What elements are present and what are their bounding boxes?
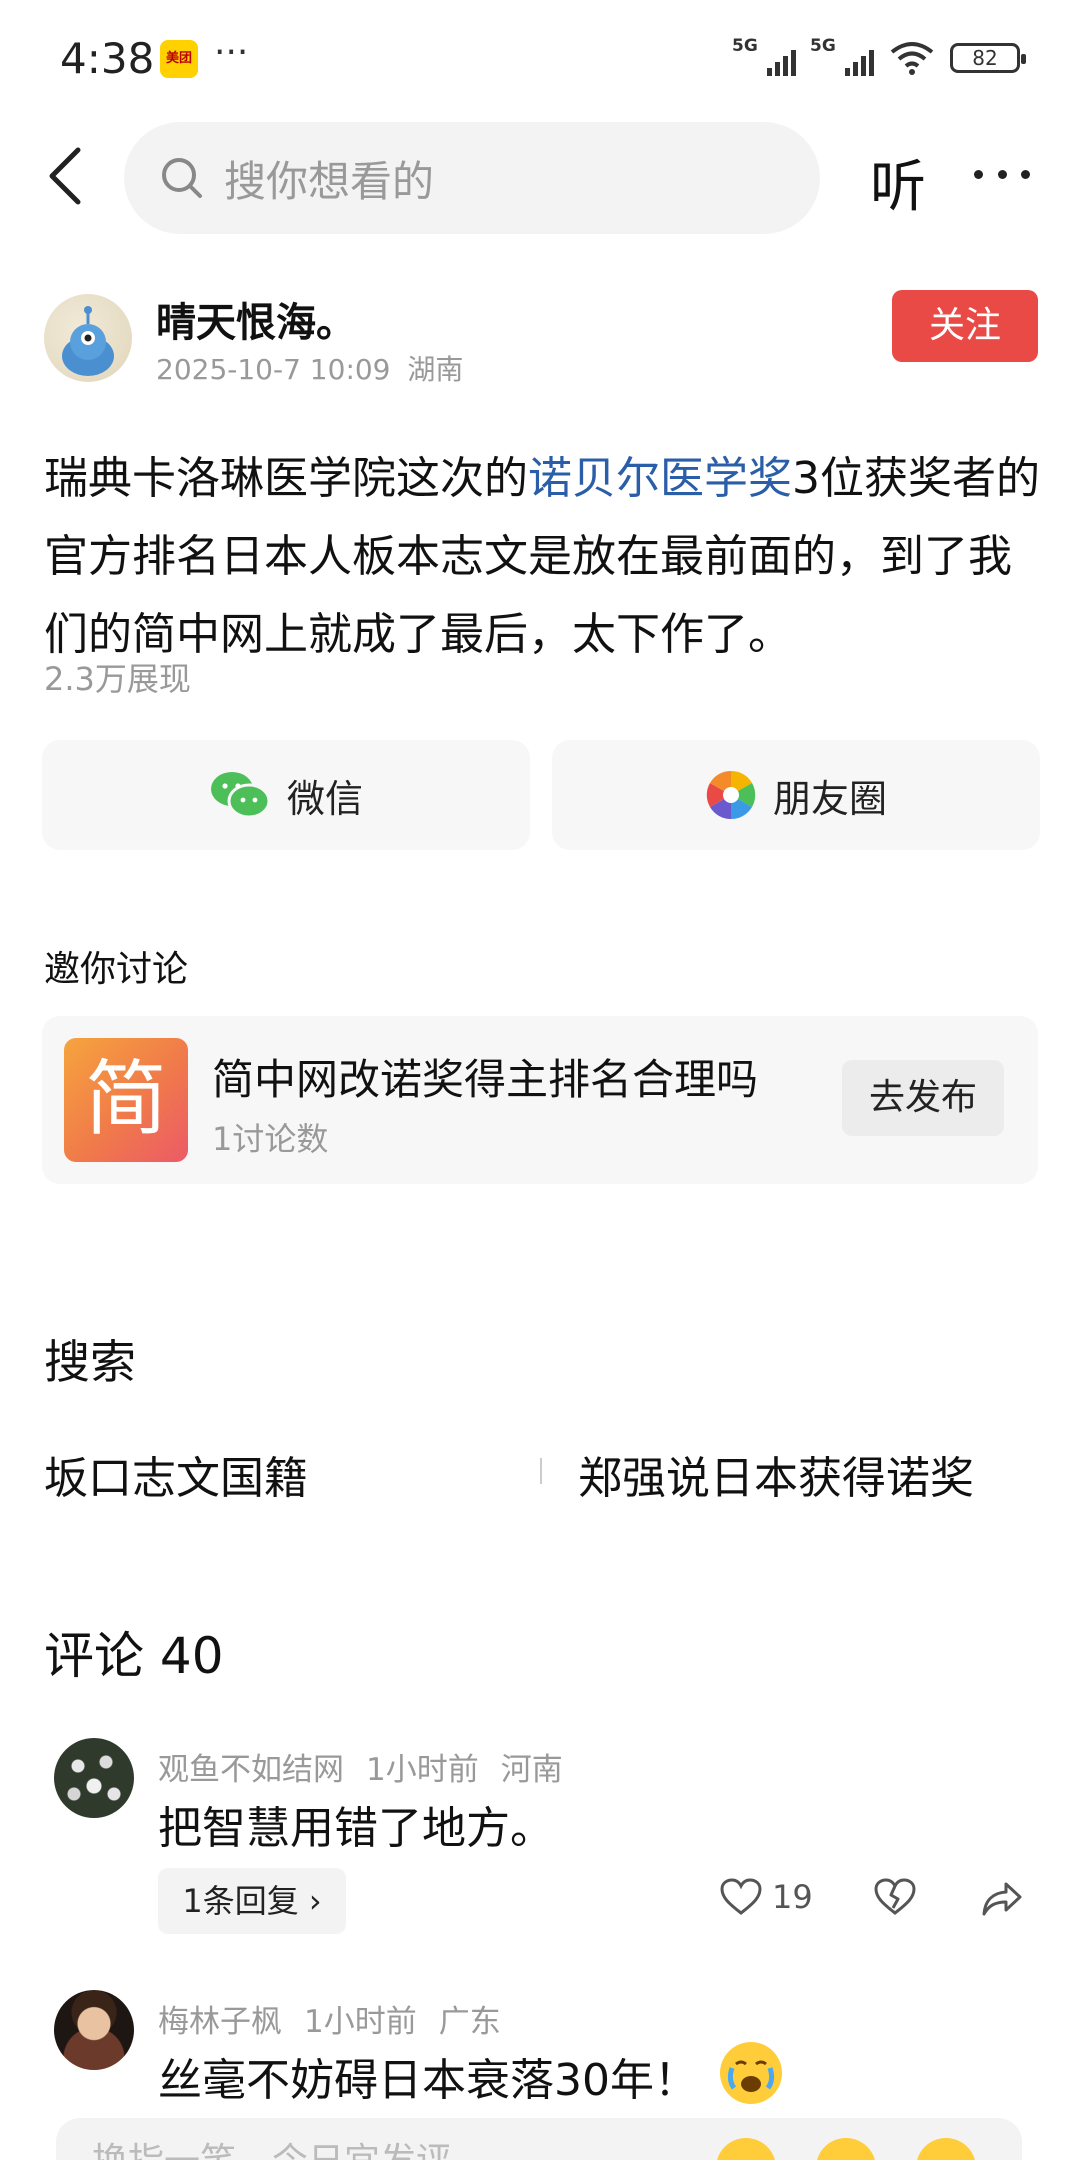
status-time: 4:38 bbox=[60, 34, 155, 83]
signal-icon-2: 5G bbox=[810, 36, 874, 80]
post-location: 湖南 bbox=[407, 353, 464, 386]
status-more-icon: ··· bbox=[214, 32, 249, 73]
status-indicators: 5G 5G 82 bbox=[732, 36, 1026, 80]
comment-time: 1小时前 bbox=[304, 2004, 417, 2040]
follow-button[interactable]: 关注 bbox=[892, 290, 1038, 362]
top-nav: 搜你想看的 听 bbox=[0, 116, 1080, 236]
more-options-button[interactable] bbox=[974, 162, 1030, 186]
avatar-creature-icon bbox=[62, 306, 114, 376]
comment-user[interactable]: 观鱼不如结网 bbox=[158, 1752, 344, 1788]
network-label: 5G bbox=[810, 36, 836, 56]
status-bar: 4:38 美团 ··· 5G 5G 82 bbox=[0, 0, 1080, 116]
go-post-button[interactable]: 去发布 bbox=[842, 1060, 1004, 1136]
search-suggestion[interactable]: 坂口志文国籍 bbox=[44, 1442, 308, 1506]
share-arrow-icon bbox=[982, 1882, 1022, 1916]
comment-location: 广东 bbox=[438, 2004, 501, 2040]
share-moments-button[interactable]: 朋友圈 bbox=[552, 740, 1040, 850]
comments-title: 评论 40 bbox=[44, 1627, 224, 1685]
emoji-shortcut-icon[interactable] bbox=[916, 2138, 976, 2160]
comment-text[interactable]: 把智慧用错了地方。 bbox=[158, 1792, 554, 1856]
back-arrow-icon bbox=[49, 147, 81, 205]
search-placeholder: 搜你想看的 bbox=[224, 156, 435, 206]
discussion-title[interactable]: 简中网改诺奖得主排名合理吗 bbox=[212, 1046, 758, 1107]
comment-text[interactable]: 丝毫不妨碍日本衰落30年！ bbox=[158, 2044, 698, 2108]
avatar[interactable] bbox=[54, 1990, 134, 2070]
author-name[interactable]: 晴天恨海。 bbox=[156, 290, 356, 348]
view-count: 2.3万展现 bbox=[44, 660, 191, 698]
discussion-section-title: 邀你讨论 bbox=[44, 949, 189, 990]
topic-link[interactable]: 诺贝尔医学奖 bbox=[528, 453, 792, 504]
post-text-before: 瑞典卡洛琳医学院这次的 bbox=[44, 453, 528, 504]
meituan-app-icon: 美团 bbox=[160, 40, 198, 78]
comment-meta: 观鱼不如结网 1小时前 河南 bbox=[158, 1744, 585, 1789]
search-icon bbox=[162, 158, 202, 198]
listen-button[interactable]: 听 bbox=[870, 142, 926, 223]
comment-time: 1小时前 bbox=[366, 1752, 479, 1788]
post-meta: 2025-10-7 10:09 湖南 bbox=[156, 348, 463, 388]
avatar[interactable] bbox=[54, 1738, 134, 1818]
share-moments-label: 朋友圈 bbox=[772, 776, 887, 821]
comment-user[interactable]: 梅林子枫 bbox=[158, 2004, 282, 2040]
share-wechat-label: 微信 bbox=[286, 776, 363, 821]
share-wechat-button[interactable]: 微信 bbox=[42, 740, 530, 850]
search-section-title: 搜索 bbox=[44, 1335, 136, 1389]
comment-location: 河南 bbox=[500, 1752, 563, 1788]
comment-input[interactable]: 换指一笑，今日宜发评 bbox=[56, 2118, 1022, 2160]
post-datetime: 2025-10-7 10:09 bbox=[156, 353, 391, 386]
signal-icon-1: 5G bbox=[732, 36, 796, 80]
search-suggestion[interactable]: 郑强说日本获得诺奖 bbox=[578, 1442, 974, 1506]
wechat-icon bbox=[210, 772, 271, 819]
back-button[interactable] bbox=[40, 144, 100, 208]
crying-emoji-icon bbox=[720, 2042, 782, 2104]
avatar[interactable] bbox=[44, 294, 132, 382]
search-input[interactable]: 搜你想看的 bbox=[124, 122, 820, 234]
share-comment-button[interactable] bbox=[980, 1880, 1024, 1922]
moments-icon bbox=[706, 770, 756, 820]
comment-input-placeholder: 换指一笑，今日宜发评 bbox=[92, 2132, 452, 2160]
discussion-thumbnail: 简 bbox=[64, 1038, 188, 1162]
emoji-shortcut-icon[interactable] bbox=[716, 2138, 776, 2160]
heart-icon bbox=[720, 1878, 762, 1915]
post-body: 瑞典卡洛琳医学院这次的诺贝尔医学奖3位获奖者的官方排名日本人板本志文是放在最前面… bbox=[44, 440, 1044, 674]
discussion-card[interactable]: 简 简中网改诺奖得主排名合理吗 1讨论数 去发布 bbox=[42, 1016, 1038, 1184]
broken-heart-icon bbox=[874, 1878, 916, 1915]
battery-icon: 82 bbox=[950, 43, 1026, 73]
dislike-button[interactable] bbox=[874, 1878, 916, 1920]
view-replies-button[interactable]: 1条回复 › bbox=[158, 1868, 346, 1934]
author-header: 晴天恨海。 2025-10-7 10:09 湖南 关注 bbox=[0, 290, 1080, 390]
like-button[interactable]: 19 bbox=[720, 1878, 813, 1916]
like-count: 19 bbox=[772, 1878, 813, 1916]
comment-meta: 梅林子枫 1小时前 广东 bbox=[158, 1996, 523, 2041]
divider bbox=[540, 1458, 542, 1484]
emoji-shortcut-icon[interactable] bbox=[816, 2138, 876, 2160]
network-label: 5G bbox=[732, 36, 758, 56]
discussion-count: 1讨论数 bbox=[212, 1120, 329, 1158]
wifi-icon bbox=[890, 42, 934, 75]
